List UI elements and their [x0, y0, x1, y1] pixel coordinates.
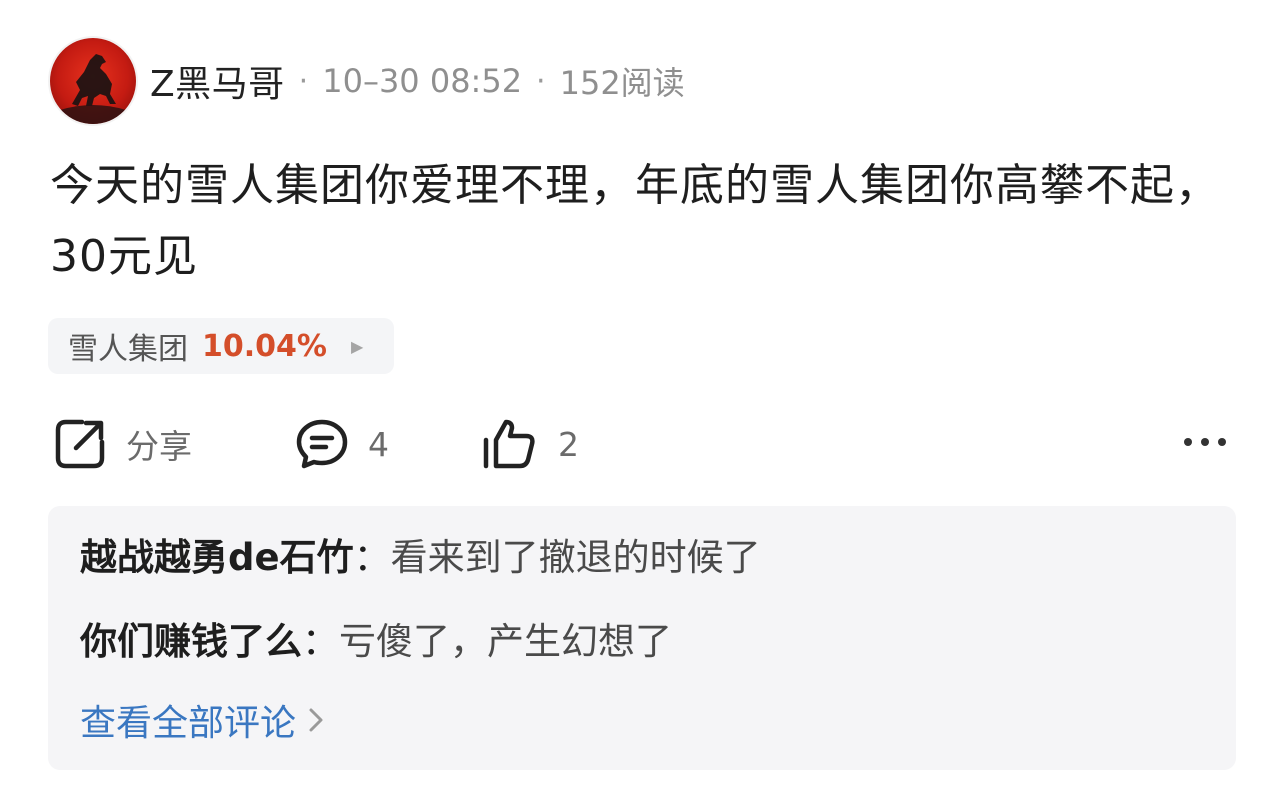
- chevron-right-icon: [309, 708, 323, 732]
- comment-item[interactable]: 越战越勇de石竹：看来到了撤退的时候了: [80, 532, 761, 584]
- avatar[interactable]: [50, 38, 136, 124]
- stock-change: 10.04%: [202, 328, 327, 364]
- comment-colon: ：: [353, 536, 391, 579]
- play-arrow-icon: ▶: [350, 336, 364, 356]
- stock-tag[interactable]: 雪人集团 10.04% ▶: [48, 318, 394, 374]
- post-time: 10–30 08:52: [322, 62, 523, 100]
- share-label: 分享: [126, 427, 192, 466]
- comment-count: 4: [368, 424, 389, 464]
- read-count: 152阅读: [559, 64, 685, 102]
- comment-colon: ：: [302, 620, 339, 663]
- comment-text: 亏傻了，产生幻想了: [339, 620, 672, 663]
- comment-author[interactable]: 你们赚钱了么: [80, 620, 302, 663]
- comment-author[interactable]: 越战越勇de石竹: [80, 536, 354, 579]
- comments-panel: 越战越勇de石竹：看来到了撤退的时候了 你们赚钱了么：亏傻了，产生幻想了 查看全…: [48, 506, 1236, 770]
- comment-text: 看来到了撤退的时候了: [390, 536, 761, 579]
- view-all-comments-link[interactable]: 查看全部评论: [80, 694, 324, 746]
- post-body: 今天的雪人集团你爱理不理，年底的雪人集团你高攀不起，30元见: [50, 160, 1220, 282]
- author-name[interactable]: Z黑马哥: [150, 55, 285, 107]
- separator-dot: ·: [536, 63, 546, 99]
- comment-item[interactable]: 你们赚钱了么：亏傻了，产生幻想了: [80, 616, 672, 668]
- action-bar: 分享 4 2: [52, 414, 1232, 474]
- comment-button[interactable]: 4: [294, 414, 389, 474]
- like-count: 2: [558, 424, 579, 464]
- separator-dot: ·: [298, 63, 309, 99]
- stock-name: 雪人集团: [68, 332, 188, 367]
- horse-logo-icon: [60, 54, 126, 124]
- more-icon[interactable]: [1184, 438, 1226, 446]
- share-icon: [55, 419, 105, 469]
- view-all-label: 查看全部评论: [80, 703, 297, 744]
- thumbs-up-icon: [483, 419, 535, 469]
- share-button[interactable]: 分享: [52, 414, 192, 474]
- comment-icon: [296, 419, 348, 469]
- like-button[interactable]: 2: [480, 414, 579, 474]
- post-header: Z黑马哥 · 10–30 08:52 · 152阅读: [50, 36, 685, 126]
